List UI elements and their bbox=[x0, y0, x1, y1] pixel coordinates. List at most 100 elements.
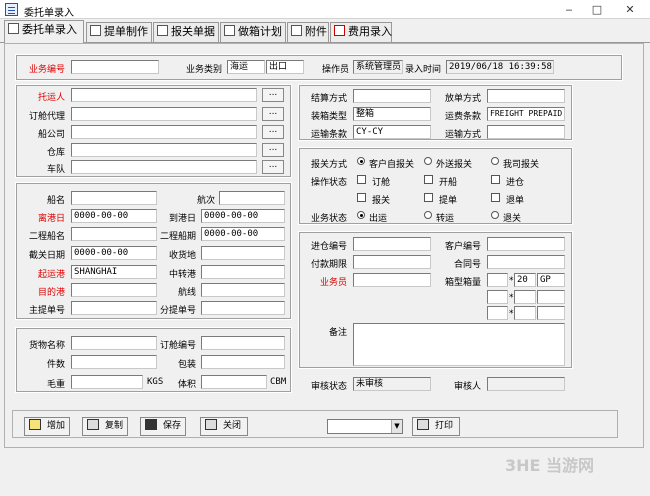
pol-field[interactable]: SHANGHAI bbox=[71, 265, 157, 279]
add-button[interactable]: 增加 bbox=[24, 417, 70, 436]
close-button[interactable]: 关闭 bbox=[200, 417, 248, 436]
salesman-label: 业务员 bbox=[320, 278, 348, 288]
status-declared-checkbox[interactable] bbox=[357, 193, 366, 202]
booking-agent-lookup-button[interactable]: ... bbox=[262, 107, 284, 121]
shipper-lookup-button[interactable]: ... bbox=[262, 88, 284, 102]
container-qty-field-1[interactable]: 20 bbox=[514, 273, 536, 287]
declare-external-radio[interactable] bbox=[424, 157, 432, 165]
tab-customs-docs[interactable]: 报关单据 bbox=[153, 22, 219, 42]
volume-field[interactable] bbox=[201, 375, 267, 389]
print-template-select[interactable]: ▼ bbox=[327, 419, 403, 434]
chevron-down-icon[interactable]: ▼ bbox=[391, 420, 402, 433]
contract-no-field[interactable] bbox=[487, 255, 565, 269]
booking-agent-field[interactable] bbox=[71, 107, 257, 121]
status-warehoused-checkbox[interactable] bbox=[491, 175, 500, 184]
state-transship-label: 转运 bbox=[436, 214, 455, 224]
arrival-date-field[interactable]: 0000-00-00 bbox=[201, 209, 285, 223]
shipper-field[interactable] bbox=[71, 88, 257, 102]
maximize-button[interactable]: □ bbox=[584, 0, 610, 19]
print-button[interactable]: 打印 bbox=[412, 417, 460, 436]
gross-weight-field[interactable] bbox=[71, 375, 143, 389]
close-window-button[interactable]: ✕ bbox=[610, 0, 650, 19]
volume-unit: CBM bbox=[270, 377, 287, 387]
business-direction-field[interactable]: 出口 bbox=[266, 60, 304, 74]
container-qty-field-2[interactable] bbox=[514, 290, 536, 304]
booking-no-field[interactable] bbox=[201, 336, 285, 350]
status-booking-checkbox[interactable] bbox=[357, 175, 366, 184]
business-no-field[interactable] bbox=[71, 60, 159, 74]
status-warehoused-label: 进仓 bbox=[506, 178, 525, 188]
vessel-field[interactable] bbox=[71, 191, 157, 205]
goods-name-field[interactable] bbox=[71, 336, 157, 350]
transport-term-field[interactable]: CY-CY bbox=[353, 125, 431, 139]
second-sail-field[interactable]: 0000-00-00 bbox=[201, 227, 285, 241]
container-type-field[interactable]: 整箱 bbox=[353, 107, 431, 121]
container-qty-field-3[interactable] bbox=[514, 306, 536, 320]
state-cancelled-radio[interactable] bbox=[491, 211, 499, 219]
settlement-field[interactable] bbox=[353, 89, 431, 103]
shipping-company-field[interactable] bbox=[71, 125, 257, 139]
tab-attachments[interactable]: 附件 bbox=[287, 22, 329, 42]
tab-container-plan[interactable]: 做箱计划 bbox=[220, 22, 286, 42]
packing-field[interactable] bbox=[201, 355, 285, 369]
shipping-company-label: 船公司 bbox=[38, 130, 66, 140]
transport-mode-field[interactable] bbox=[487, 125, 565, 139]
booking-no-label: 订舱编号 bbox=[160, 341, 197, 351]
departure-date-field[interactable]: 0000-00-00 bbox=[71, 209, 157, 223]
status-sailed-checkbox[interactable] bbox=[424, 175, 433, 184]
status-bl-checkbox[interactable] bbox=[424, 193, 433, 202]
customer-no-field[interactable] bbox=[487, 237, 565, 251]
container-count-field-1[interactable] bbox=[487, 273, 508, 287]
state-shipped-radio[interactable] bbox=[357, 211, 365, 219]
state-transship-radio[interactable] bbox=[424, 211, 432, 219]
container-count-field-3[interactable] bbox=[487, 306, 508, 320]
warehouse-no-label: 进仓编号 bbox=[311, 242, 348, 252]
payment-term-field[interactable] bbox=[353, 255, 431, 269]
departure-date-label: 离港日 bbox=[38, 214, 66, 224]
container-count-field-2[interactable] bbox=[487, 290, 508, 304]
transship-field[interactable] bbox=[201, 265, 285, 279]
payment-term-label: 付款期限 bbox=[311, 260, 348, 270]
pieces-field[interactable] bbox=[71, 355, 157, 369]
status-sailed-label: 开船 bbox=[439, 178, 458, 188]
pod-field[interactable] bbox=[71, 283, 157, 297]
warehouse-lookup-button[interactable]: ... bbox=[262, 143, 284, 157]
master-bl-field[interactable] bbox=[71, 301, 157, 315]
business-type-field[interactable]: 海运 bbox=[227, 60, 265, 74]
fleet-lookup-button[interactable]: ... bbox=[262, 160, 284, 174]
minimize-button[interactable]: ‒ bbox=[556, 0, 582, 19]
cutoff-date-field[interactable]: 0000-00-00 bbox=[71, 246, 157, 260]
status-returned-checkbox[interactable] bbox=[491, 193, 500, 202]
tab-order-entry[interactable]: 委托单录入 bbox=[4, 20, 84, 43]
second-vessel-label: 二程船名 bbox=[29, 232, 66, 242]
shipping-company-lookup-button[interactable]: ... bbox=[262, 125, 284, 139]
remarks-textarea[interactable] bbox=[353, 323, 565, 366]
fleet-field[interactable] bbox=[71, 160, 257, 174]
house-bl-field[interactable] bbox=[201, 301, 285, 315]
warehouse-no-field[interactable] bbox=[353, 237, 431, 251]
tab-fees[interactable]: 费用录入 bbox=[330, 22, 392, 42]
title-bar bbox=[0, 0, 650, 19]
copy-icon bbox=[87, 419, 99, 430]
second-vessel-field[interactable] bbox=[71, 227, 157, 241]
container-type-code-field-2[interactable] bbox=[537, 290, 565, 304]
route-field[interactable] bbox=[201, 283, 285, 297]
receipt-place-field[interactable] bbox=[201, 246, 285, 260]
status-booking-label: 订舱 bbox=[372, 178, 391, 188]
table-icon bbox=[157, 25, 168, 36]
auditor-field bbox=[487, 377, 565, 391]
fee-icon bbox=[334, 25, 345, 36]
declare-company-radio[interactable] bbox=[491, 157, 499, 165]
warehouse-field[interactable] bbox=[71, 143, 257, 157]
operator-field: 系统管理员 bbox=[353, 60, 403, 74]
save-button[interactable]: 保存 bbox=[140, 417, 186, 436]
container-type-code-field-1[interactable]: GP bbox=[537, 273, 565, 287]
declare-self-radio[interactable] bbox=[357, 157, 365, 165]
copy-button[interactable]: 复制 bbox=[82, 417, 128, 436]
freight-term-field[interactable]: FREIGHT PREPAID bbox=[487, 107, 565, 121]
tab-bl[interactable]: 提单制作 bbox=[86, 22, 152, 42]
release-field[interactable] bbox=[487, 89, 565, 103]
salesman-field[interactable] bbox=[353, 273, 431, 287]
container-type-code-field-3[interactable] bbox=[537, 306, 565, 320]
voyage-field[interactable] bbox=[219, 191, 285, 205]
